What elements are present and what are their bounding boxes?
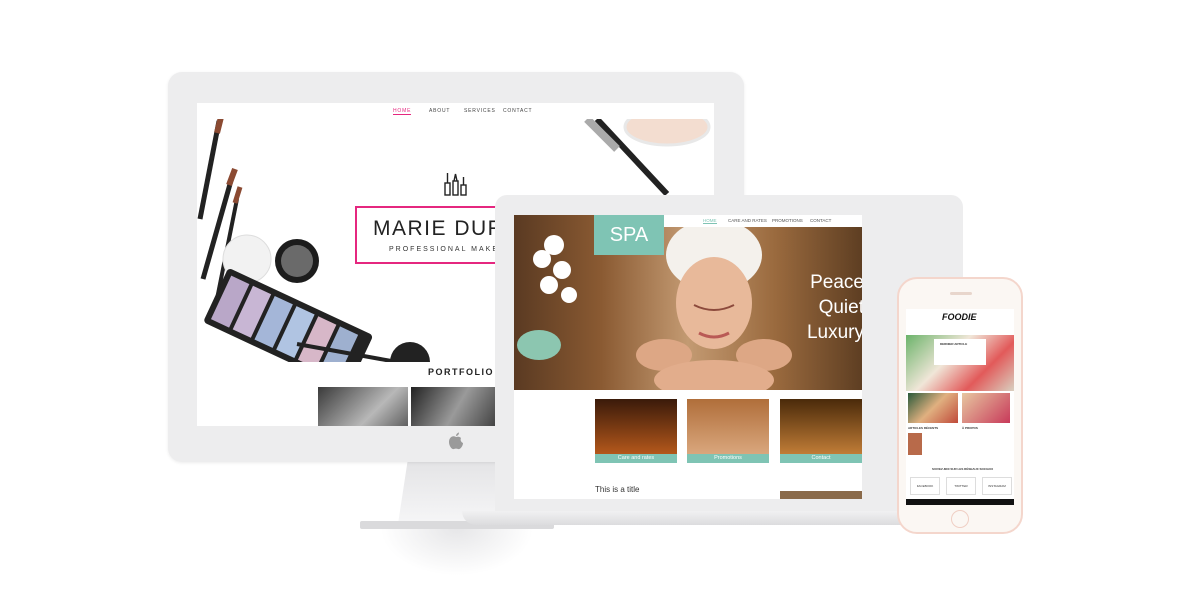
tile-contact-label: Contact xyxy=(780,454,862,463)
phone-home-button[interactable] xyxy=(951,510,969,528)
foodie-logo[interactable]: FOODIE xyxy=(942,312,977,322)
food-thumb-2[interactable] xyxy=(962,393,1010,423)
article-heading: DERNIER ARTICLE xyxy=(940,342,968,346)
phone-footer-bar xyxy=(906,499,1014,505)
food-thumb-1[interactable] xyxy=(908,393,958,423)
instagram-button[interactable]: INSTAGRAM xyxy=(982,477,1012,495)
nav-services[interactable]: SERVICES xyxy=(464,108,496,114)
content-title: This is a title xyxy=(595,485,640,494)
recent-articles-heading: ARTICLES RÉCENTS xyxy=(908,426,939,430)
tile-contact[interactable]: Contact xyxy=(780,399,862,463)
spa-nav-care[interactable]: CARE AND RATES xyxy=(728,218,767,223)
hero-line-quiet: Quiet xyxy=(818,297,862,318)
tile-promotions[interactable]: Promotions xyxy=(687,399,769,463)
spa-hero-text: Peace Quiet Luxury xyxy=(804,270,862,345)
apple-logo-icon xyxy=(449,432,463,450)
about-heading: À PROPOS xyxy=(962,426,978,430)
article-card: DERNIER ARTICLE xyxy=(934,339,986,365)
tile-care[interactable]: Care and rates xyxy=(595,399,677,463)
hero-line-peace: Peace xyxy=(810,272,862,293)
nav-about[interactable]: ABOUT xyxy=(429,108,450,114)
spa-nav-promotions[interactable]: PROMOTIONS xyxy=(772,218,803,223)
laptop-screen: HOME CARE AND RATES PROMOTIONS CONTACT S… xyxy=(514,215,862,499)
phone-screen: FOODIE DERNIER ARTICLE ARTICLES RÉCENTS … xyxy=(906,309,1014,505)
hero-line-luxury: Luxury xyxy=(806,322,862,343)
portfolio-thumb-1[interactable] xyxy=(318,387,408,426)
portfolio-heading: PORTFOLIO xyxy=(428,367,494,377)
recent-thumb[interactable] xyxy=(908,433,922,455)
phone-frame: FOODIE DERNIER ARTICLE ARTICLES RÉCENTS … xyxy=(897,277,1023,534)
twitter-button[interactable]: TWITTER xyxy=(946,477,976,495)
portfolio-thumb-2[interactable] xyxy=(411,387,501,426)
imac-floor-shadow xyxy=(380,528,534,576)
spa-nav-home[interactable]: HOME xyxy=(703,218,717,224)
content-image xyxy=(780,491,862,499)
phone-speaker xyxy=(950,292,972,295)
spa-logo[interactable]: SPA xyxy=(594,215,664,255)
spa-nav-contact[interactable]: CONTACT xyxy=(810,218,831,223)
makeup-tools-icon xyxy=(444,173,467,196)
nav-home[interactable]: HOME xyxy=(393,108,412,115)
tile-promotions-label: Promotions xyxy=(687,454,769,463)
facebook-button[interactable]: FACEBOOK xyxy=(910,477,940,495)
social-heading: SUIVEZ-MOI SUR LES RÉSEAUX SOCIAUX xyxy=(932,467,994,471)
tile-care-label: Care and rates xyxy=(595,454,677,463)
laptop-frame: HOME CARE AND RATES PROMOTIONS CONTACT S… xyxy=(495,195,963,512)
nav-contact[interactable]: CONTACT xyxy=(503,108,532,114)
